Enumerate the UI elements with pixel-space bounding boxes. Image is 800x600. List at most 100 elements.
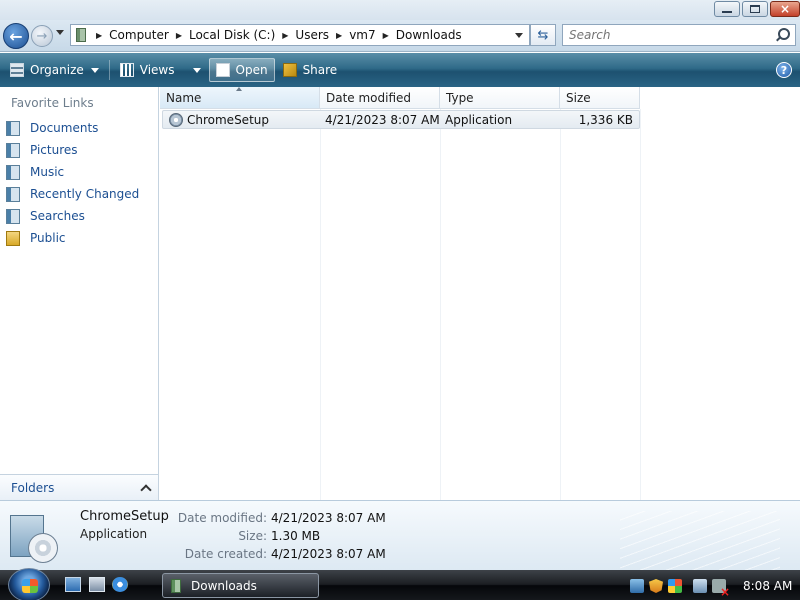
address-bar[interactable]: ▶ Computer ▶ Local Disk (C:) ▶ Users ▶ v…: [70, 24, 530, 46]
folder-icon: [6, 230, 20, 246]
back-button[interactable]: ←: [3, 23, 29, 49]
minimize-button[interactable]: [714, 1, 740, 17]
start-button[interactable]: [8, 568, 50, 600]
column-header-label: Type: [446, 90, 474, 105]
installer-disc-shape: [28, 533, 58, 563]
navigation-pane: Favorite Links Documents Pictures Music …: [0, 87, 159, 500]
favorite-link-music[interactable]: Music: [6, 161, 139, 183]
breadcrumb-chevron-icon[interactable]: ▶: [176, 31, 182, 40]
organize-button[interactable]: Organize: [4, 58, 105, 82]
folders-label: Folders: [11, 480, 55, 495]
details-value[interactable]: 4/21/2023 8:07 AM: [271, 511, 386, 525]
windows-flag-icon[interactable]: [668, 579, 682, 593]
address-row: ← → ▶ Computer ▶ Local Disk (C:) ▶ Users…: [0, 20, 800, 52]
minimize-icon: [722, 11, 732, 13]
favorite-link-recently-changed[interactable]: Recently Changed: [6, 183, 139, 205]
file-name-cell: ChromeSetup: [163, 112, 321, 127]
file-size: 1,336 KB: [578, 112, 633, 127]
share-button[interactable]: Share: [277, 58, 344, 82]
favorite-link-label: Recently Changed: [30, 187, 140, 201]
maximize-button[interactable]: [742, 1, 768, 17]
switch-windows-icon[interactable]: [89, 577, 105, 592]
clock[interactable]: 8:08 AM: [743, 579, 792, 593]
breadcrumb-chevron-icon[interactable]: ▶: [383, 31, 389, 40]
internet-explorer-icon[interactable]: [112, 577, 128, 592]
address-dropdown-icon[interactable]: [515, 33, 523, 38]
location-icon: [76, 28, 86, 42]
close-button[interactable]: ×: [770, 1, 800, 17]
documents-icon: [6, 120, 20, 136]
network-icon[interactable]: [693, 579, 707, 593]
network-sync-icon[interactable]: [630, 579, 644, 593]
windows-logo-icon: [22, 579, 38, 593]
favorite-link-label: Music: [30, 165, 65, 179]
breadcrumb-local-disk[interactable]: Local Disk (C:): [189, 28, 275, 42]
details-file-name: ChromeSetup: [80, 509, 169, 524]
column-header-label: Size: [566, 90, 591, 105]
breadcrumb-vm7[interactable]: vm7: [349, 28, 375, 42]
file-list: Name Date modified Type Size ChromeSetup…: [160, 87, 800, 500]
open-button[interactable]: Open: [208, 58, 275, 82]
music-icon: [6, 164, 20, 180]
details-pane: ChromeSetup Application Date modified: 4…: [0, 500, 800, 570]
details-size-row: Size: 1.30 MB: [160, 527, 386, 545]
forward-button[interactable]: →: [31, 25, 53, 47]
details-file-type: Application: [80, 527, 148, 541]
breadcrumb-chevron-icon[interactable]: ▶: [282, 31, 288, 40]
help-icon: ?: [780, 63, 788, 77]
column-divider: [560, 109, 561, 500]
search-icon[interactable]: [775, 28, 790, 42]
breadcrumb-chevron-icon[interactable]: ▶: [336, 31, 342, 40]
refresh-button[interactable]: ⇆: [530, 24, 556, 46]
organize-icon: [10, 63, 24, 77]
column-header-date-modified[interactable]: Date modified: [320, 87, 440, 109]
share-icon: [282, 63, 297, 77]
column-divider: [640, 109, 641, 500]
search-input[interactable]: [569, 28, 759, 42]
taskbar: Downloads 8:08 AM: [0, 568, 800, 600]
breadcrumb-chevron-icon[interactable]: ▶: [96, 31, 102, 40]
command-toolbar: Organize Views Open Share ?: [0, 53, 800, 87]
help-button[interactable]: ?: [776, 62, 792, 78]
system-tray: 8:08 AM: [630, 574, 800, 599]
column-divider: [440, 109, 441, 500]
details-value: 4/21/2023 8:07 AM: [271, 547, 386, 561]
details-label: Date created:: [184, 547, 267, 561]
volume-muted-icon[interactable]: [712, 579, 730, 599]
recent-pages-dropdown[interactable]: [56, 30, 64, 35]
show-desktop-icon[interactable]: [65, 577, 81, 592]
views-label: Views: [139, 63, 175, 77]
explorer-window-icon: [171, 578, 181, 593]
favorite-links-title: Favorite Links: [11, 96, 94, 110]
details-value: 1.30 MB: [271, 529, 321, 543]
security-shield-icon[interactable]: [649, 579, 663, 593]
installer-icon: [169, 112, 183, 127]
restore-icon: [750, 5, 760, 13]
title-bar: ×: [0, 0, 800, 20]
file-row[interactable]: ChromeSetup 4/21/2023 8:07 AM Applicatio…: [162, 110, 640, 129]
views-button[interactable]: Views: [114, 58, 207, 82]
breadcrumb-users[interactable]: Users: [295, 28, 329, 42]
details-metadata: Date modified: 4/21/2023 8:07 AM Size: 1…: [160, 509, 386, 563]
column-header-type[interactable]: Type: [440, 87, 560, 109]
favorite-link-searches[interactable]: Searches: [6, 205, 139, 227]
open-icon: [215, 63, 230, 77]
favorite-link-pictures[interactable]: Pictures: [6, 139, 139, 161]
taskbar-button-downloads[interactable]: Downloads: [162, 573, 319, 598]
breadcrumb-computer[interactable]: Computer: [109, 28, 169, 42]
folders-toggle[interactable]: Folders: [0, 474, 158, 500]
back-arrow-icon: ←: [9, 26, 23, 46]
favorite-link-label: Pictures: [30, 143, 78, 157]
column-divider: [320, 109, 321, 500]
window-controls: ×: [714, 1, 800, 17]
favorite-link-documents[interactable]: Documents: [6, 117, 139, 139]
breadcrumb-downloads[interactable]: Downloads: [396, 28, 462, 42]
column-header-name[interactable]: Name: [160, 87, 320, 109]
installer-large-icon: [10, 511, 60, 563]
column-header-size[interactable]: Size: [560, 87, 640, 109]
refresh-icon: ⇆: [537, 27, 549, 43]
details-label: Size:: [238, 529, 267, 543]
file-name: ChromeSetup: [187, 112, 269, 127]
close-icon: ×: [779, 2, 791, 16]
favorite-link-public[interactable]: Public: [6, 227, 139, 249]
